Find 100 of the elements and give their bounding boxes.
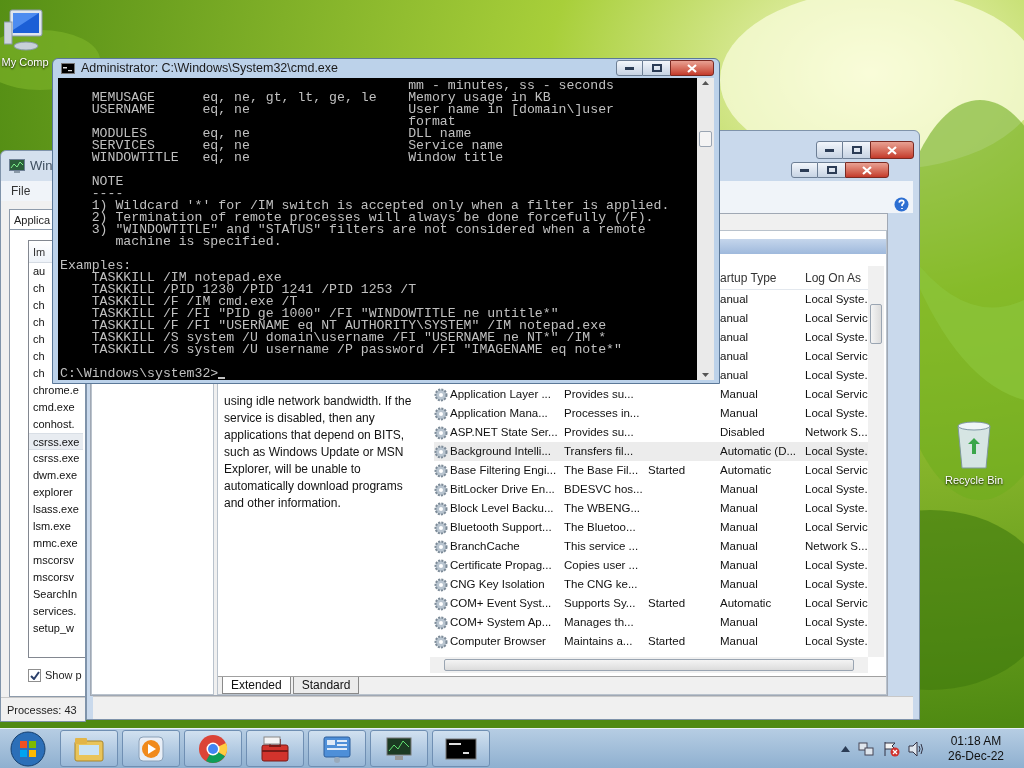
tab[interactable]: Standard — [292, 677, 360, 694]
process-row[interactable]: mmc.exe — [29, 535, 82, 552]
maximize-button[interactable] — [818, 162, 845, 178]
check-icon — [29, 670, 40, 680]
scroll-down-icon[interactable] — [702, 372, 709, 377]
service-row[interactable]: Application Mana... Processes in... Manual Local Syste. — [434, 404, 868, 423]
process-row[interactable]: au — [29, 263, 50, 280]
table-cell-text: Application Mana... — [450, 405, 549, 421]
table-cell-text: ASP.NET State Ser... — [450, 424, 559, 440]
taskbar-button[interactable] — [246, 730, 304, 767]
process-row[interactable]: ch — [29, 297, 49, 314]
gear-icon — [434, 406, 448, 421]
table-cell-text: Automatic — [720, 462, 773, 478]
table-cell-text: Provides su... — [564, 424, 635, 440]
process-row[interactable]: lsm.exe — [29, 518, 75, 535]
process-row[interactable]: dwm.exe — [29, 467, 82, 484]
vertical-scrollbar[interactable] — [868, 266, 884, 657]
table-cell-text: Disabled — [720, 424, 766, 440]
process-row[interactable]: cmd.exe — [29, 399, 79, 416]
clock-time: 01:18 AM — [950, 733, 1002, 749]
computer-icon[interactable] — [4, 8, 46, 52]
process-row[interactable]: ch — [29, 348, 49, 365]
service-row[interactable]: BitLocker Drive En... BDESVC hos... Manual Local Syste. — [434, 480, 868, 499]
taskbar-button[interactable] — [432, 730, 490, 767]
scrollbar-thumb[interactable] — [870, 304, 882, 344]
process-row[interactable]: chrome.e — [29, 382, 83, 399]
service-row[interactable]: Background Intelli... Transfers fil... Automatic (D... Local Syste. — [434, 442, 868, 461]
minimize-button[interactable] — [616, 60, 643, 77]
service-row[interactable]: anual Local Servic — [720, 309, 868, 328]
table-cell-text: Local Servic — [805, 462, 868, 478]
table-cell-text: Started — [648, 633, 687, 649]
recycle-bin-icon[interactable] — [954, 420, 994, 470]
network-icon[interactable] — [857, 740, 874, 757]
process-row[interactable]: ch — [29, 280, 49, 297]
console-line: ---- — [90, 187, 124, 200]
taskbar-button[interactable] — [370, 730, 428, 767]
service-row[interactable]: BranchCache This service ... Manual Network S... — [434, 537, 868, 556]
close-button[interactable] — [670, 60, 714, 77]
process-row[interactable]: csrss.exe — [29, 433, 84, 450]
column-header[interactable]: Log On As — [805, 268, 868, 287]
volume-icon[interactable] — [907, 740, 926, 757]
table-cell-text: Network S... — [805, 424, 868, 440]
process-row[interactable]: mscorsv — [29, 552, 78, 569]
column-header[interactable]: artup Type — [720, 268, 805, 287]
horizontal-scrollbar[interactable] — [430, 657, 868, 673]
scrollbar-thumb[interactable] — [444, 659, 854, 671]
tab[interactable]: Extended — [222, 677, 291, 694]
process-row[interactable]: ch — [29, 314, 49, 331]
process-row[interactable]: explorer — [29, 484, 77, 501]
minimize-button[interactable] — [791, 162, 818, 178]
service-row[interactable]: Application Layer ... Provides su... Manual Local Servic — [434, 385, 868, 404]
service-row[interactable]: COM+ System Ap... Manages th... Manual Local Syste. — [434, 613, 868, 632]
service-row[interactable]: ASP.NET State Ser... Provides su... Disabled Network S... — [434, 423, 868, 442]
scrollbar-thumb[interactable] — [699, 130, 712, 147]
service-row[interactable]: Base Filtering Engi... The Base Fil... Started Automatic Local Servic — [434, 461, 868, 480]
service-row[interactable]: Block Level Backu... The WBENG... Manual Local Syste. — [434, 499, 868, 518]
help-icon[interactable] — [894, 197, 909, 212]
process-row[interactable]: ch — [29, 331, 49, 348]
table-cell-text: Local Syste. — [805, 405, 868, 421]
minimize-button[interactable] — [816, 141, 843, 159]
text-cursor — [218, 376, 226, 379]
process-row[interactable]: services. — [29, 603, 81, 620]
table-cell-text: Manual — [720, 386, 759, 402]
service-row[interactable]: anual Local Syste. — [720, 290, 868, 309]
service-row[interactable]: anual Local Servic — [720, 347, 868, 366]
table-cell-text: Manual — [720, 538, 759, 554]
console-line: WINDOWTITLE eq, ne Window title — [90, 151, 505, 164]
process-row[interactable]: ch — [29, 365, 49, 382]
start-button[interactable] — [8, 729, 48, 768]
service-row[interactable]: Computer Browser Maintains a... Started Manual Local Syste. — [434, 632, 868, 651]
console-line: TASKKILL /PID 1230 /PID 1241 /PID 1253 /T — [90, 283, 418, 296]
process-row[interactable]: setup_w — [29, 620, 78, 637]
process-row[interactable]: lsass.exe — [29, 501, 83, 518]
close-button[interactable] — [845, 162, 889, 178]
vertical-scrollbar[interactable] — [697, 77, 714, 380]
process-row[interactable]: csrss.exe — [29, 450, 84, 467]
table-cell-text: CNG Key Isolation — [450, 576, 546, 592]
menu-item[interactable]: File — [11, 182, 31, 200]
close-button[interactable] — [870, 141, 914, 159]
console-line: TASKKILL /F /FI "PID ge 1000" /FI "WINDOWTITLE ne untitle*" — [90, 307, 559, 320]
console-line: TASKKILL /IM notepad.exe — [91, 271, 282, 284]
scroll-up-icon[interactable] — [702, 80, 709, 85]
service-row[interactable]: Certificate Propag... Copies user ... Manual Local Syste. — [434, 556, 868, 575]
service-row[interactable]: anual Local Syste. — [720, 366, 868, 385]
clock[interactable]: 01:18 AM 26-Dec-22 — [947, 733, 1004, 764]
service-description: using idle network bandwidth. If the service is disabled, then any applications that depend on BITS, such as Windows Update or MSN Explorer, will be unable to automatically download programs and other information. — [224, 393, 413, 512]
maximize-button[interactable] — [643, 60, 670, 77]
service-row[interactable]: COM+ Event Syst... Supports Sy... Started Automatic Local Servic — [434, 594, 868, 613]
service-row[interactable]: anual Local Syste. — [720, 328, 868, 347]
maximize-button[interactable] — [843, 141, 870, 159]
table-cell-text: Background Intelli... — [450, 443, 552, 459]
process-row[interactable]: mscorsv — [29, 569, 78, 586]
service-row[interactable]: CNG Key Isolation The CNG ke... Manual Local Syste. — [434, 575, 868, 594]
process-row[interactable]: SearchIn — [29, 586, 82, 603]
service-row[interactable]: Bluetooth Support... The Bluetoo... Manual Local Servic — [434, 518, 868, 537]
process-row[interactable]: conhost. — [29, 416, 79, 433]
show-hidden-icons-icon[interactable] — [840, 745, 850, 752]
checkbox[interactable] — [28, 668, 41, 682]
monitor-icon — [9, 159, 25, 173]
flag-icon[interactable] — [881, 740, 900, 757]
